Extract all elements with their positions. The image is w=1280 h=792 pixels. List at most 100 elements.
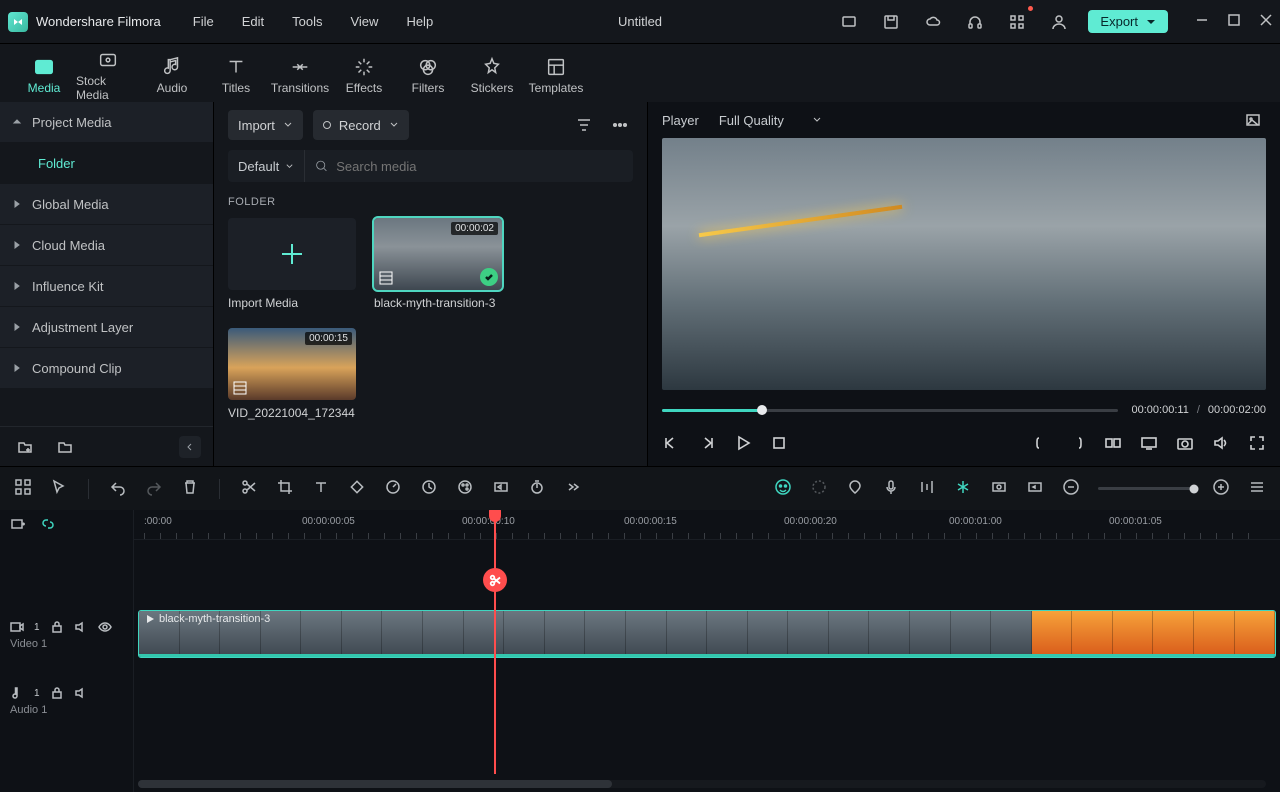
time-ruler[interactable]: :00:00 00:00:00:05 00:00:00:10 00:00:00:…: [134, 510, 1280, 540]
account-icon[interactable]: [1046, 9, 1072, 35]
fullscreen-icon[interactable]: [1248, 434, 1266, 455]
record-dropdown[interactable]: Record: [313, 110, 409, 140]
close-button[interactable]: [1260, 14, 1272, 29]
color-button[interactable]: [456, 478, 474, 499]
display-icon[interactable]: [1140, 434, 1158, 455]
tab-media[interactable]: Media: [12, 48, 76, 102]
import-media-card[interactable]: Import Media: [228, 218, 356, 310]
layout-icon[interactable]: [1248, 478, 1266, 499]
filter-icon[interactable]: [571, 112, 597, 138]
media-clip-2[interactable]: 00:00:15 VID_20221004_172344: [228, 328, 356, 420]
markin-button[interactable]: [1032, 434, 1050, 455]
tab-transitions[interactable]: Transitions: [268, 48, 332, 102]
prev-frame-button[interactable]: [662, 434, 680, 455]
crop-button[interactable]: [276, 478, 294, 499]
panel-icon[interactable]: [14, 478, 32, 499]
new-folder-icon[interactable]: [12, 434, 38, 460]
scrub-slider[interactable]: [662, 409, 1118, 412]
zoom-out-button[interactable]: [1062, 478, 1080, 499]
lock-icon[interactable]: [50, 620, 64, 634]
visibility-icon[interactable]: [98, 620, 112, 634]
redo-button[interactable]: [145, 478, 163, 499]
collapse-sidebar-button[interactable]: [179, 436, 201, 458]
search-input[interactable]: [336, 159, 623, 174]
mic-icon[interactable]: [882, 478, 900, 499]
save-icon[interactable]: [878, 9, 904, 35]
quality-dropdown[interactable]: Full Quality: [719, 113, 822, 128]
nav-adjustment-layer[interactable]: Adjustment Layer: [0, 307, 213, 347]
markout-button[interactable]: [1068, 434, 1086, 455]
audio-track-lane[interactable]: [134, 668, 1280, 734]
menu-help[interactable]: Help: [406, 14, 433, 29]
timeline-tracks[interactable]: :00:00 00:00:00:05 00:00:00:10 00:00:00:…: [134, 510, 1280, 792]
ai-button[interactable]: [774, 478, 792, 499]
volume-icon[interactable]: [1212, 434, 1230, 455]
playhead[interactable]: [494, 510, 496, 774]
motion-button[interactable]: [492, 478, 510, 499]
expand-tools-button[interactable]: [564, 478, 582, 499]
sort-dropdown[interactable]: Default: [228, 150, 305, 182]
menu-view[interactable]: View: [350, 14, 378, 29]
aspect-icon[interactable]: [1026, 478, 1044, 499]
nav-folder[interactable]: Folder: [0, 143, 213, 183]
split-button[interactable]: [240, 478, 258, 499]
split-at-playhead-button[interactable]: [483, 568, 507, 592]
keyframe-button[interactable]: [348, 478, 366, 499]
timeline-clip[interactable]: black-myth-transition-3: [138, 610, 1276, 658]
nav-influence-kit[interactable]: Influence Kit: [0, 266, 213, 306]
nav-compound-clip[interactable]: Compound Clip: [0, 348, 213, 388]
video-track-header[interactable]: 1 Video 1: [0, 602, 133, 668]
audio-track-header[interactable]: 1 Audio 1: [0, 668, 133, 734]
sync-icon[interactable]: [810, 478, 828, 499]
marker-icon[interactable]: [846, 478, 864, 499]
nav-cloud-media[interactable]: Cloud Media: [0, 225, 213, 265]
link-tracks-icon[interactable]: [40, 516, 56, 535]
tab-effects[interactable]: Effects: [332, 48, 396, 102]
menu-tools[interactable]: Tools: [292, 14, 322, 29]
zoom-slider[interactable]: [1098, 487, 1194, 490]
menu-edit[interactable]: Edit: [242, 14, 264, 29]
delete-button[interactable]: [181, 478, 199, 499]
timeline-h-scroll[interactable]: [138, 780, 1266, 788]
play-button[interactable]: [734, 434, 752, 455]
snapshot-icon[interactable]: [1176, 434, 1194, 455]
tab-filters[interactable]: Filters: [396, 48, 460, 102]
import-dropdown[interactable]: Import: [228, 110, 303, 140]
image-icon[interactable]: [1240, 107, 1266, 133]
stopwatch-icon[interactable]: [528, 478, 546, 499]
lock-icon[interactable]: [50, 686, 64, 700]
tab-stickers[interactable]: Stickers: [460, 48, 524, 102]
cloud-icon[interactable]: [920, 9, 946, 35]
more-icon[interactable]: [607, 112, 633, 138]
undo-button[interactable]: [109, 478, 127, 499]
headphones-icon[interactable]: [962, 9, 988, 35]
stop-button[interactable]: [770, 434, 788, 455]
duration-button[interactable]: [420, 478, 438, 499]
tab-audio[interactable]: Audio: [140, 48, 204, 102]
next-frame-button[interactable]: [698, 434, 716, 455]
speed-button[interactable]: [384, 478, 402, 499]
nav-project-media[interactable]: Project Media: [0, 102, 213, 142]
add-track-icon[interactable]: [10, 516, 26, 535]
cursor-icon[interactable]: [50, 478, 68, 499]
maximize-button[interactable]: [1228, 14, 1240, 29]
tab-titles[interactable]: Titles: [204, 48, 268, 102]
menu-file[interactable]: File: [193, 14, 214, 29]
tab-templates[interactable]: Templates: [524, 48, 588, 102]
zoom-in-button[interactable]: [1212, 478, 1230, 499]
snap-icon[interactable]: [954, 478, 972, 499]
apps-icon[interactable]: [1004, 9, 1030, 35]
folder-icon[interactable]: [52, 434, 78, 460]
compare-icon[interactable]: [1104, 434, 1122, 455]
text-button[interactable]: [312, 478, 330, 499]
video-track-lane[interactable]: black-myth-transition-3: [134, 602, 1280, 668]
screen-icon[interactable]: [836, 9, 862, 35]
audio-mix-icon[interactable]: [918, 478, 936, 499]
export-button[interactable]: Export: [1088, 10, 1168, 33]
nav-global-media[interactable]: Global Media: [0, 184, 213, 224]
player-viewport[interactable]: [662, 138, 1266, 390]
render-icon[interactable]: [990, 478, 1008, 499]
mute-icon[interactable]: [74, 620, 88, 634]
mute-icon[interactable]: [74, 686, 88, 700]
tab-stock-media[interactable]: Stock Media: [76, 48, 140, 102]
